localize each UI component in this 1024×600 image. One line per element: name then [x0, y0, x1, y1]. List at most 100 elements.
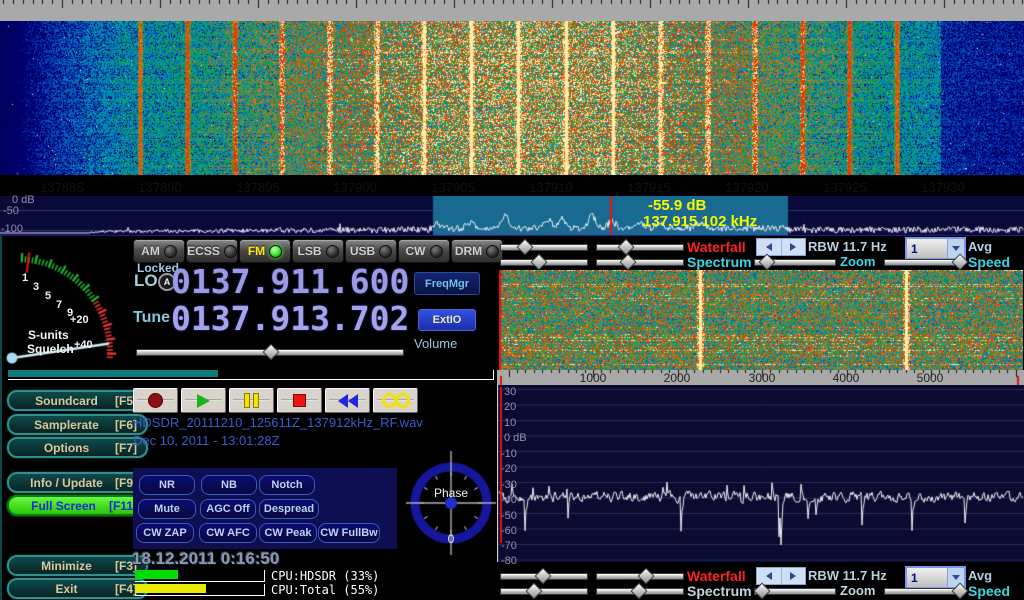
cw-peak-button[interactable]: CW Peak	[259, 523, 317, 543]
lo-frequency-display[interactable]: 0137.911.600	[171, 265, 409, 298]
soundcard-button[interactable]: Soundcard[F5]	[7, 390, 148, 411]
overview-spectrum-strip[interactable]	[0, 196, 1024, 236]
volume-label: Volume	[414, 336, 457, 351]
smeter-tick-label: +20	[70, 314, 89, 326]
squelch-label: Squelch	[27, 342, 74, 356]
wav-filename: HDSDR_20111210_125611Z_137912kHz_RF.wav	[133, 415, 423, 430]
smeter-tick-label: 7	[56, 299, 62, 311]
spec-db-label: -30	[501, 479, 517, 491]
wf-brightness-slider-top[interactable]	[596, 240, 684, 253]
wf-contrast-slider-bottom[interactable]	[500, 569, 588, 582]
scroll-left-icon[interactable]	[757, 239, 781, 255]
cw-zap-button[interactable]: CW ZAP	[136, 523, 194, 543]
mode-cw-button[interactable]: CW	[398, 239, 450, 263]
smeter-units-label: S-units	[28, 328, 69, 342]
agc-button[interactable]: AGC Off	[200, 499, 256, 519]
info-update-button[interactable]: Info / Update[F9]	[7, 472, 148, 493]
clock-display: 18.12.2011 0:16:50	[132, 549, 279, 569]
level-bar[interactable]	[8, 370, 494, 380]
fm-led-icon	[269, 245, 282, 258]
freq-tick-label: 137890	[138, 180, 181, 195]
usb-led-icon	[379, 245, 392, 258]
band-scroll-control-top[interactable]	[756, 238, 806, 256]
despread-button[interactable]: Despread	[259, 499, 319, 519]
mode-ecss-button[interactable]: ECSS	[186, 239, 238, 263]
mode-usb-button[interactable]: USB	[345, 239, 397, 263]
exit-button[interactable]: Exit[F4]	[7, 578, 148, 599]
speed-slider-top[interactable]	[884, 255, 964, 268]
freq-tick-label: 137925	[823, 180, 866, 195]
samplerate-button[interactable]: Samplerate[F6]	[7, 414, 148, 435]
spec-db-label: -40	[501, 494, 517, 506]
tune-frequency-display[interactable]: 0137.913.702	[171, 302, 409, 335]
spec-db-label: 30	[504, 386, 516, 398]
mode-drm-button[interactable]: DRM	[451, 239, 503, 263]
spec-db-label: 10	[504, 417, 516, 429]
scroll-right-icon[interactable]	[781, 568, 806, 584]
notch-button[interactable]: Notch	[259, 475, 315, 495]
stop-button[interactable]	[277, 388, 322, 413]
ecss-led-icon	[224, 245, 237, 258]
scroll-right-icon[interactable]	[781, 239, 806, 255]
band-scroll-control-bottom[interactable]	[756, 567, 806, 585]
cpu-hdsdr-fill	[135, 570, 178, 579]
mode-am-button[interactable]: AM	[133, 239, 185, 263]
spectrum-tab-top[interactable]: Spectrum	[687, 254, 752, 270]
smeter-tick-label: 3	[33, 281, 39, 293]
play-icon	[197, 394, 210, 408]
mode-fm-button[interactable]: FM	[239, 239, 291, 263]
minimize-button[interactable]: Minimize[F3]	[7, 555, 148, 576]
rbw-label-bottom: RBW 11.7 Hz	[808, 568, 887, 583]
cw-fullbw-button[interactable]: CW FullBw	[318, 523, 380, 543]
freqmgr-button[interactable]: FreqMgr	[414, 272, 480, 295]
speed-label-top: Speed	[968, 254, 1010, 270]
loop-button[interactable]	[373, 388, 418, 413]
mute-button[interactable]: Mute	[138, 499, 196, 519]
spec-contrast-slider-top[interactable]	[500, 255, 588, 268]
spec-brightness-slider-bottom[interactable]	[596, 584, 684, 597]
spec-db-label: -60	[501, 525, 517, 537]
nr-button[interactable]: NR	[139, 475, 195, 495]
cw-afc-button[interactable]: CW AFC	[199, 523, 257, 543]
cpu-hdsdr-bar	[135, 570, 265, 582]
spec-contrast-slider-bottom[interactable]	[500, 584, 588, 597]
rewind-button[interactable]	[325, 388, 370, 413]
options-button[interactable]: Options[F7]	[7, 437, 148, 458]
zoom-slider-top[interactable]	[754, 255, 836, 268]
mode-lsb-button[interactable]: LSB	[292, 239, 344, 263]
frequency-ruler[interactable]: 137885 137890 137895 137900 137905 13791…	[0, 0, 1024, 21]
hdsdr-window: { "freq_scale": {"ticks":["137885","1378…	[0, 0, 1024, 600]
spec-brightness-slider-top[interactable]	[596, 255, 684, 268]
phase-label: Phase	[434, 486, 468, 500]
waterfall-tab-top[interactable]: Waterfall	[687, 239, 746, 255]
nb-button[interactable]: NB	[201, 475, 257, 495]
main-waterfall-display[interactable]	[0, 0, 1024, 175]
extio-button[interactable]: ExtIO	[418, 309, 476, 331]
spectrum-tab-bottom[interactable]: Spectrum	[687, 583, 752, 599]
zoomed-waterfall-display[interactable]	[499, 270, 1023, 370]
zoomed-spectrum-display[interactable]	[497, 385, 1024, 562]
scroll-left-icon[interactable]	[757, 568, 781, 584]
wf-brightness-slider-bottom[interactable]	[596, 569, 684, 582]
speed-slider-bottom[interactable]	[884, 584, 964, 597]
waterfall-tab-bottom[interactable]: Waterfall	[687, 568, 746, 584]
level-bar-fill	[8, 370, 218, 377]
volume-slider[interactable]	[136, 345, 404, 358]
wf-contrast-slider-top[interactable]	[500, 240, 588, 253]
rewind-icon	[338, 394, 358, 408]
spec-db-label: 0 dB	[504, 432, 527, 444]
loop-icon	[382, 393, 410, 408]
mode-button-row: AM ECSS FM LSB USB CW DRM	[133, 239, 503, 263]
volume-slider-thumb[interactable]	[262, 344, 279, 361]
phase-zero-label: 0	[448, 532, 455, 546]
pause-button[interactable]	[229, 388, 274, 413]
wav-timestamp: Dec 10, 2011 - 13:01:28Z	[133, 433, 279, 448]
record-button[interactable]	[133, 388, 178, 413]
tune-label: Tune	[133, 309, 170, 327]
play-button[interactable]	[181, 388, 226, 413]
freq-tick-label: 137915	[627, 180, 670, 195]
fullscreen-button[interactable]: Full Screen[F11]	[7, 495, 148, 516]
spec-db-label: 20	[504, 401, 516, 413]
zoom-slider-bottom[interactable]	[754, 584, 836, 597]
zoom-label-bottom: Zoom	[840, 583, 875, 598]
